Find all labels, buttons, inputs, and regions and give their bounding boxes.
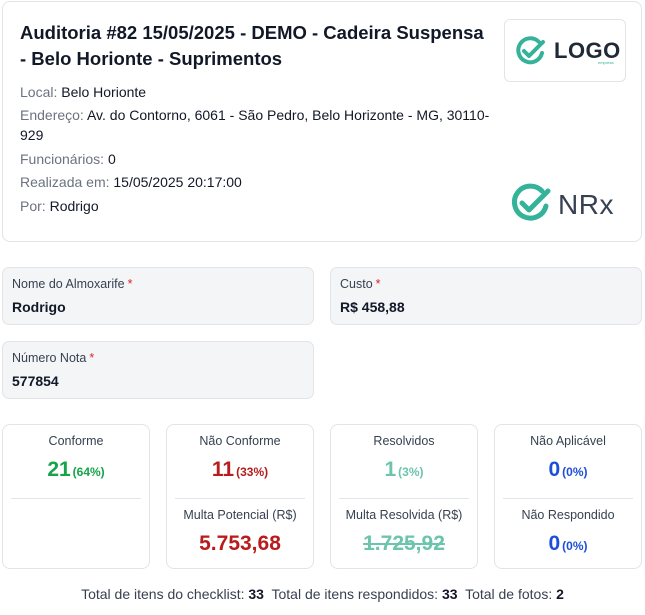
required-mark: * (127, 277, 133, 291)
total-itens-label: Total de itens do checklist: (81, 586, 245, 602)
nao-conforme-label: Não Conforme (199, 434, 281, 448)
nrx-logo: NRx (510, 182, 630, 224)
divider (503, 498, 633, 499)
funcionarios-row: Funcionários: 0 (20, 149, 116, 169)
almoxarife-label: Nome do Almoxarife * (12, 277, 132, 291)
numero-nota-field[interactable]: Número Nota * 577854 (2, 341, 314, 399)
divider (11, 498, 141, 499)
por-row: Por: Rodrigo (20, 196, 99, 216)
nao-conforme-card: Não Conforme 11 (33%) Multa Potencial (R$… (166, 424, 314, 569)
nao-conforme-value: 11 (211, 458, 235, 481)
realizada-value: 15/05/2025 20:17:00 (113, 174, 242, 190)
nrx-text: NRx (558, 189, 614, 220)
required-mark: * (375, 277, 381, 291)
resolvidos-value: 1 (384, 458, 397, 481)
divider (175, 498, 305, 499)
endereco-value: Av. do Contorno, 6061 - São Pedro, Belo … (20, 107, 490, 143)
nao-respondido-pct: (0%) (562, 539, 588, 553)
funcionarios-value: 0 (107, 151, 116, 167)
resolvidos-pct: (3%) (398, 465, 424, 479)
endereco-label: Endereço: (20, 107, 84, 123)
conforme-pct: (64%) (72, 465, 105, 479)
funcionarios-label: Funcionários: (20, 151, 105, 167)
nao-aplicavel-count: 0 (0%) (495, 458, 641, 482)
nao-aplicavel-label: Não Aplicável (530, 434, 606, 448)
multa-resolvida-label: Multa Resolvida (R$) (345, 508, 463, 522)
multa-resolvida-value: 1.725,92 (363, 532, 445, 555)
numero-nota-label-text: Número Nota (12, 351, 87, 365)
resolvidos-card: Resolvidos 1 (3%) Multa Resolvida (R$) 1.… (330, 424, 478, 569)
nao-aplicavel-pct: (0%) (562, 465, 588, 479)
nao-aplicavel-value: 0 (548, 458, 561, 481)
almoxarife-field[interactable]: Nome do Almoxarife * Rodrigo (2, 267, 314, 325)
total-fotos-value: 2 (556, 586, 564, 602)
audit-header-card: Auditoria #82 15/05/2025 - DEMO - Cadeir… (2, 1, 642, 242)
almoxarife-value: Rodrigo (12, 299, 66, 315)
local-row: Local: Belo Horionte (20, 82, 146, 102)
nrx-check-icon (512, 183, 551, 221)
conforme-label: Conforme (48, 434, 104, 448)
nao-respondido-value: 0 (548, 532, 561, 555)
nao-aplicavel-card: Não Aplicável 0 (0%) Não Respondido 0 (0%) (494, 424, 642, 569)
logo-subtext: empresa (598, 60, 614, 65)
almoxarife-label-text: Nome do Almoxarife (12, 277, 125, 291)
total-itens-value: 33 (248, 586, 264, 602)
local-label: Local: (20, 84, 58, 100)
company-logo: LOGO empresa (504, 19, 626, 82)
numero-nota-value: 577854 (12, 373, 59, 389)
conforme-value: 21 (47, 458, 71, 481)
custo-field[interactable]: Custo * R$ 458,88 (330, 267, 642, 325)
itens-respondidos-value: 33 (441, 586, 458, 602)
numero-nota-label: Número Nota * (12, 351, 94, 365)
custo-label: Custo * (340, 277, 381, 291)
por-value: Rodrigo (49, 198, 99, 214)
multa-potencial-value: 5.753,68 (199, 532, 281, 555)
nao-conforme-pct: (33%) (236, 465, 269, 479)
custo-value: R$ 458,88 (340, 299, 405, 315)
endereco-row: Endereço: Av. do Contorno, 6061 - São Pe… (20, 105, 490, 145)
multa-potencial-label: Multa Potencial (R$) (183, 508, 297, 522)
resolvidos-label: Resolvidos (373, 434, 435, 448)
audit-title: Auditoria #82 15/05/2025 - DEMO - Cadeir… (20, 22, 484, 69)
total-fotos-label: Total de fotos: (465, 586, 553, 602)
conforme-card: Conforme 21 (64%) (2, 424, 150, 569)
realizada-row: Realizada em: 15/05/2025 20:17:00 (20, 172, 242, 192)
divider (339, 498, 469, 499)
nao-conforme-count: 11 (33%) (167, 458, 313, 482)
custo-label-text: Custo (340, 277, 373, 291)
nao-respondido-label: Não Respondido (521, 508, 615, 522)
checklist-summary: Total de itens do checklist: 33 Total de… (0, 586, 645, 602)
itens-respondidos-label: Total de itens respondidos: (271, 586, 439, 602)
required-mark: * (89, 351, 95, 365)
por-label: Por: (20, 198, 46, 214)
local-value: Belo Horionte (61, 84, 147, 100)
resolvidos-count: 1 (3%) (331, 458, 477, 482)
realizada-label: Realizada em: (20, 174, 110, 190)
nao-respondido-count: 0 (0%) (495, 532, 641, 556)
conforme-count: 21 (64%) (3, 458, 149, 482)
check-circle-icon (516, 36, 545, 65)
